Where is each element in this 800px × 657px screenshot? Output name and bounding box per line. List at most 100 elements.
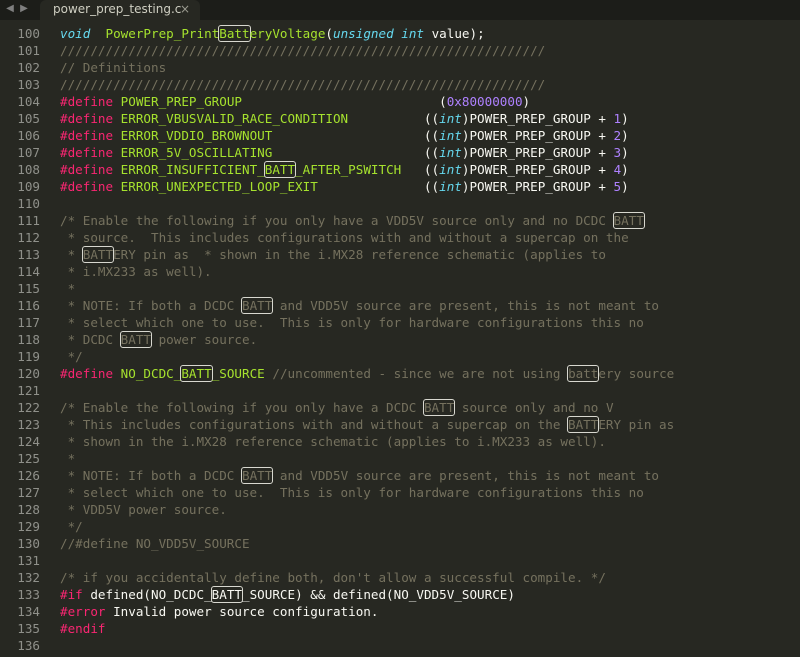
code-token: #if (60, 587, 83, 602)
line-number: 118 (17, 332, 40, 347)
code-line[interactable]: /* Enable the following if you only have… (60, 212, 800, 229)
search-match-highlight: BATT (240, 297, 274, 314)
search-match-highlight: Batt (218, 25, 251, 42)
code-token: (( (272, 128, 440, 143)
code-line[interactable]: // Definitions (60, 59, 800, 76)
code-line[interactable]: void PowerPrep_PrintBatteryVoltage(unsig… (60, 25, 800, 42)
code-token: )POWER_PREP_GROUP + (461, 128, 614, 143)
line-number: 107 (17, 145, 40, 160)
code-line[interactable] (60, 552, 800, 569)
line-number: 104 (17, 94, 40, 109)
code-token: // Definitions (60, 60, 167, 75)
search-match-highlight: batt (567, 365, 600, 382)
code-line[interactable]: * DCDC BATT power source. (60, 331, 800, 348)
line-number: 132 (17, 570, 40, 585)
code-line[interactable]: /* Enable the following if you only have… (60, 399, 800, 416)
code-line[interactable]: * BATTERY pin as * shown in the i.MX28 r… (60, 246, 800, 263)
code-line[interactable]: //#define NO_VDD5V_SOURCE (60, 535, 800, 552)
code-line[interactable]: #endif (60, 620, 800, 637)
code-line[interactable]: * NOTE: If both a DCDC BATT and VDD5V so… (60, 297, 800, 314)
code-token: ) (621, 162, 629, 177)
code-line[interactable]: ////////////////////////////////////////… (60, 42, 800, 59)
code-token: 3 (613, 145, 622, 160)
search-match-highlight: BATT (612, 212, 645, 229)
code-line[interactable]: * source. This includes configurations w… (60, 229, 800, 246)
code-line[interactable]: * select which one to use. This is only … (60, 484, 800, 501)
code-line[interactable]: #define ERROR_INSUFFICIENT_BATT_AFTER_PS… (60, 161, 800, 178)
code-line[interactable]: #define NO_DCDC_BATT_SOURCE //uncommente… (60, 365, 800, 382)
code-line[interactable] (60, 195, 800, 212)
code-line[interactable]: * (60, 450, 800, 467)
code-token: ) (522, 94, 531, 109)
code-token: //uncommented - since we are not using (272, 366, 569, 381)
code-token: ) (621, 128, 629, 143)
code-token: _SOURCE (211, 366, 265, 381)
code-line[interactable]: * VDD5V power source. (60, 501, 800, 518)
line-number: 122 (17, 400, 40, 415)
search-match-highlight: BATT (180, 365, 213, 382)
line-number: 110 (17, 196, 40, 211)
code-line[interactable]: * select which one to use. This is only … (60, 314, 800, 331)
code-line[interactable]: #error Invalid power source configuratio… (60, 603, 800, 620)
code-token: * This includes configurations with and … (60, 417, 568, 432)
code-line[interactable]: /* if you accidentally define both, don'… (60, 569, 800, 586)
code-token: * (60, 451, 76, 466)
back-arrow-icon[interactable]: ◀ (4, 2, 16, 16)
code-line[interactable]: #define ERROR_VBUSVALID_RACE_CONDITION (… (60, 110, 800, 127)
code-token: int (439, 145, 462, 160)
code-line[interactable]: * NOTE: If both a DCDC BATT and VDD5V so… (60, 467, 800, 484)
code-line[interactable] (60, 637, 800, 654)
line-number: 121 (17, 383, 40, 398)
code-token: ERY pin as * shown in the i.MX28 referen… (113, 247, 606, 262)
code-token: #define (60, 145, 114, 160)
code-token: * NOTE: If both a DCDC (60, 298, 242, 313)
line-number: 117 (17, 315, 40, 330)
code-token: (( (317, 179, 440, 194)
code-token: ) (621, 111, 629, 126)
code-line[interactable]: * shown in the i.MX28 reference schemati… (60, 433, 800, 450)
code-token: ERROR_UNEXPECTED_LOOP_EXIT (120, 179, 318, 194)
forward-arrow-icon[interactable]: ▶ (18, 2, 30, 16)
code-line[interactable]: */ (60, 348, 800, 365)
line-number: 102 (17, 60, 40, 75)
code-line[interactable] (60, 382, 800, 399)
line-number: 120 (17, 366, 40, 381)
line-number: 106 (17, 128, 40, 143)
line-number: 129 (17, 519, 40, 534)
code-token: power source. (151, 332, 258, 347)
code-line[interactable]: #if defined(NO_DCDC_BATT_SOURCE) && defi… (60, 586, 800, 603)
code-line[interactable]: * i.MX233 as well). (60, 263, 800, 280)
code-token: * select which one to use. This is only … (60, 315, 644, 330)
line-number: 125 (17, 451, 40, 466)
code-line[interactable]: ////////////////////////////////////////… (60, 76, 800, 93)
code-token: )POWER_PREP_GROUP + (461, 145, 614, 160)
code-token: * DCDC (60, 332, 121, 347)
code-token: #endif (60, 621, 106, 636)
line-number: 115 (17, 281, 40, 296)
code-token: #define (60, 111, 114, 126)
code-token: _SOURCE) && defined(NO_VDD5V_SOURCE) (242, 587, 515, 602)
code-line[interactable]: #define ERROR_UNEXPECTED_LOOP_EXIT ((int… (60, 178, 800, 195)
code-line[interactable]: #define ERROR_5V_OSCILLATING ((int)POWER… (60, 144, 800, 161)
line-number: 114 (17, 264, 40, 279)
search-match-highlight: BATT (567, 416, 600, 433)
code-line[interactable]: * This includes configurations with and … (60, 416, 800, 433)
line-number: 136 (17, 638, 40, 653)
code-token: int (439, 179, 462, 194)
code-editor[interactable]: void PowerPrep_PrintBatteryVoltage(unsig… (60, 25, 800, 654)
code-line[interactable]: * (60, 280, 800, 297)
code-line[interactable]: */ (60, 518, 800, 535)
code-token: * VDD5V power source. (60, 502, 227, 517)
code-token: ERROR_VDDIO_BROWNOUT (120, 128, 273, 143)
code-token: void (60, 26, 91, 41)
code-token: PowerPrep_Print (105, 26, 220, 41)
code-line[interactable]: #define ERROR_VDDIO_BROWNOUT ((int)POWER… (60, 127, 800, 144)
code-line[interactable]: #define POWER_PREP_GROUP (0x80000000) (60, 93, 800, 110)
code-token: /* Enable the following if you only have… (60, 213, 614, 228)
code-token: ERY pin as (598, 417, 675, 432)
close-icon[interactable]: × (180, 2, 190, 16)
line-number: 113 (17, 247, 40, 262)
file-tab[interactable]: power_prep_testing.c × (40, 0, 200, 20)
